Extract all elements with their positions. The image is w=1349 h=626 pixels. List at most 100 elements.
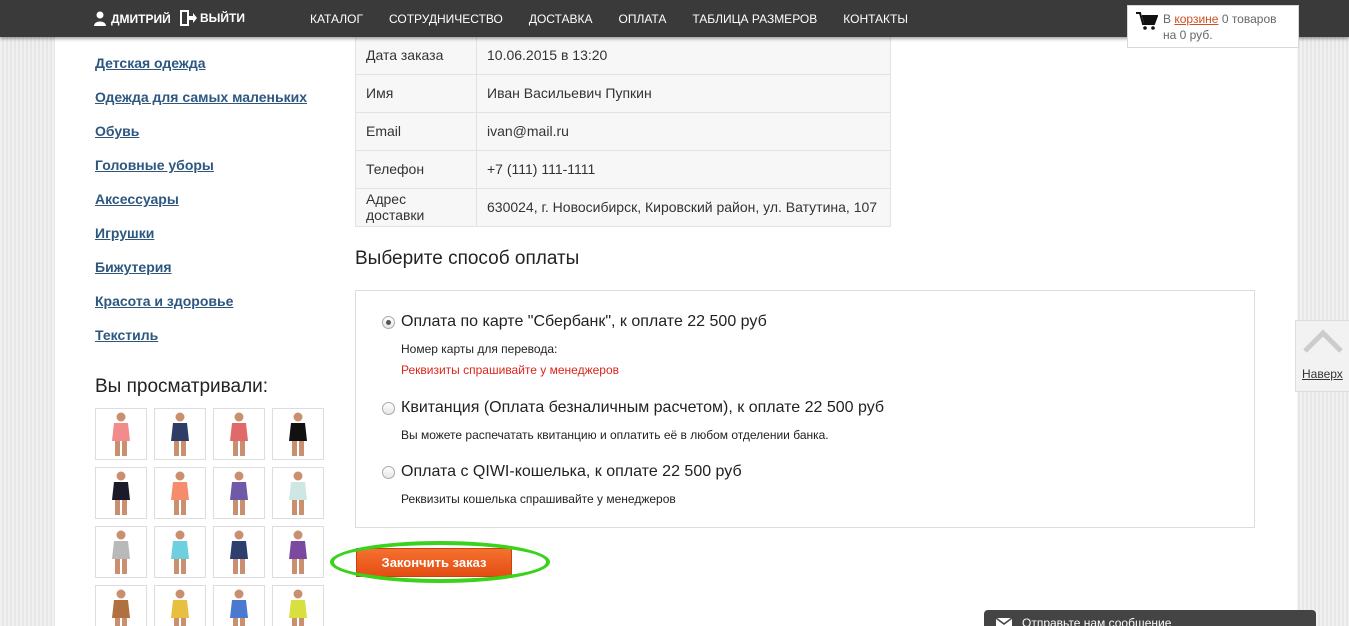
radio-sberbank[interactable]	[382, 315, 395, 329]
nav-catalog[interactable]: КАТАЛОГ	[310, 12, 363, 26]
product-image	[171, 412, 189, 456]
nav-payment[interactable]: ОПЛАТА	[619, 12, 667, 26]
option-label[interactable]: Квитанция (Оплата безналичным расчетом),…	[401, 399, 884, 417]
product-image	[171, 471, 189, 515]
product-image	[289, 530, 307, 574]
viewed-title: Вы просматривали:	[95, 376, 269, 397]
message-bar-label: Отправьте нам сообщение	[1022, 616, 1172, 626]
table-row: Телефон +7 (111) 111-1111	[355, 149, 891, 189]
table-row: Адрес доставки 630024, г. Новосибирск, Ки…	[355, 187, 891, 227]
highlight-ellipse	[330, 541, 550, 583]
sidebar-item-beauty[interactable]: Красота и здоровье	[95, 292, 307, 326]
logout-label: ВЫЙТИ	[200, 11, 245, 25]
sidebar-item-toys[interactable]: Игрушки	[95, 224, 307, 258]
product-image	[171, 589, 189, 626]
cart-sum: на 0 руб.	[1163, 28, 1213, 42]
product-image	[230, 412, 248, 456]
main-nav: КАТАЛОГ СОТРУДНИЧЕСТВО ДОСТАВКА ОПЛАТА Т…	[310, 12, 934, 26]
cart-link[interactable]: корзине	[1174, 12, 1218, 26]
payment-options: Оплата по карте "Сбербанк", к оплате 22 …	[355, 290, 1255, 528]
viewed-product-thumb[interactable]	[213, 526, 265, 578]
back-to-top-label: Наверх	[1302, 367, 1343, 381]
cart-widget: В корзине 0 товаров на 0 руб.	[1127, 5, 1299, 48]
viewed-product-thumb[interactable]	[154, 408, 206, 460]
cart-prefix: В	[1163, 12, 1172, 26]
viewed-product-thumb[interactable]	[272, 526, 324, 578]
row-value: 630024, г. Новосибирск, Кировский район,…	[476, 187, 891, 227]
row-value: ivan@mail.ru	[476, 111, 891, 151]
nav-contacts[interactable]: КОНТАКТЫ	[843, 12, 908, 26]
radio-invoice[interactable]	[382, 401, 395, 415]
product-image	[289, 471, 307, 515]
product-image	[112, 471, 130, 515]
product-image	[230, 589, 248, 626]
viewed-product-thumb[interactable]	[95, 408, 147, 460]
cart-summary: В корзине 0 товаров	[1163, 12, 1277, 26]
row-key: Имя	[355, 73, 477, 113]
user-name: ДМИТРИЙ	[111, 11, 171, 26]
viewed-product-thumb[interactable]	[95, 526, 147, 578]
viewed-product-thumb[interactable]	[95, 585, 147, 626]
payment-option-invoice: Квитанция (Оплата безналичным расчетом),…	[382, 399, 884, 442]
user-icon	[94, 11, 106, 26]
cart-icon	[1136, 12, 1159, 33]
logout-link[interactable]: ВЫЙТИ	[180, 10, 245, 26]
viewed-product-thumb[interactable]	[213, 408, 265, 460]
payment-option-qiwi: Оплата с QIWI-кошелька, к оплате 22 500 …	[382, 463, 742, 506]
option-label[interactable]: Оплата по карте "Сбербанк", к оплате 22 …	[401, 313, 767, 331]
product-image	[230, 530, 248, 574]
payment-option-sberbank: Оплата по карте "Сбербанк", к оплате 22 …	[382, 313, 767, 377]
sidebar-item-baby-clothes[interactable]: Одежда для самых маленьких	[95, 88, 307, 122]
sidebar-item-jewelry[interactable]: Бижутерия	[95, 258, 307, 292]
viewed-product-thumb[interactable]	[154, 467, 206, 519]
envelope-icon	[995, 617, 1013, 626]
sidebar-item-headwear[interactable]: Головные уборы	[95, 156, 307, 190]
product-image	[171, 530, 189, 574]
option-warning: Реквизиты спрашивайте у менеджеров	[401, 363, 620, 377]
sidebar-categories: Детская одежда Одежда для самых маленьки…	[95, 54, 307, 360]
row-value: 10.06.2015 в 13:20	[476, 36, 891, 75]
row-key: Дата заказа	[355, 36, 477, 75]
nav-size-table[interactable]: ТАБЛИЦА РАЗМЕРОВ	[692, 12, 817, 26]
sidebar-item-kids-clothes[interactable]: Детская одежда	[95, 54, 307, 88]
sidebar-item-shoes[interactable]: Обувь	[95, 122, 307, 156]
product-image	[289, 589, 307, 626]
back-to-top-button[interactable]: Наверх	[1295, 320, 1349, 392]
row-key: Телефон	[355, 149, 477, 189]
row-key: Email	[355, 111, 477, 151]
option-note: Вы можете распечатать квитанцию и оплати…	[401, 428, 829, 442]
product-image	[230, 471, 248, 515]
option-note: Реквизиты кошелька спрашивайте у менедже…	[401, 492, 676, 506]
table-row: Email ivan@mail.ru	[355, 111, 891, 151]
viewed-product-thumb[interactable]	[272, 585, 324, 626]
sidebar-item-accessories[interactable]: Аксессуары	[95, 190, 307, 224]
product-image	[112, 530, 130, 574]
product-image	[112, 412, 130, 456]
viewed-product-thumb[interactable]	[213, 585, 265, 626]
message-bar[interactable]: Отправьте нам сообщение	[984, 610, 1316, 626]
row-value: +7 (111) 111-1111	[476, 149, 891, 189]
sidebar-item-textile[interactable]: Текстиль	[95, 326, 307, 360]
chevron-up-icon	[1303, 329, 1343, 353]
option-note: Номер карты для перевода:	[401, 342, 558, 356]
viewed-product-thumb[interactable]	[272, 467, 324, 519]
payment-title: Выберите способ оплаты	[355, 248, 580, 269]
viewed-product-thumb[interactable]	[95, 467, 147, 519]
viewed-product-thumb[interactable]	[154, 526, 206, 578]
nav-delivery[interactable]: ДОСТАВКА	[529, 12, 593, 26]
product-image	[112, 589, 130, 626]
order-details-table: Дата заказа 10.06.2015 в 13:20 Имя Иван Ва…	[355, 36, 891, 227]
viewed-product-thumb[interactable]	[272, 408, 324, 460]
table-row: Имя Иван Васильевич Пупкин	[355, 73, 891, 113]
user-menu[interactable]: ДМИТРИЙ	[94, 11, 171, 26]
cart-count: 0 товаров	[1221, 12, 1277, 26]
row-key: Адрес доставки	[355, 187, 477, 227]
viewed-product-thumb[interactable]	[154, 585, 206, 626]
product-image	[289, 412, 307, 456]
table-row: Дата заказа 10.06.2015 в 13:20	[355, 36, 891, 75]
radio-qiwi[interactable]	[382, 465, 395, 479]
logout-icon	[180, 10, 197, 26]
nav-cooperation[interactable]: СОТРУДНИЧЕСТВО	[389, 12, 503, 26]
option-label[interactable]: Оплата с QIWI-кошелька, к оплате 22 500 …	[401, 463, 742, 481]
viewed-product-thumb[interactable]	[213, 467, 265, 519]
